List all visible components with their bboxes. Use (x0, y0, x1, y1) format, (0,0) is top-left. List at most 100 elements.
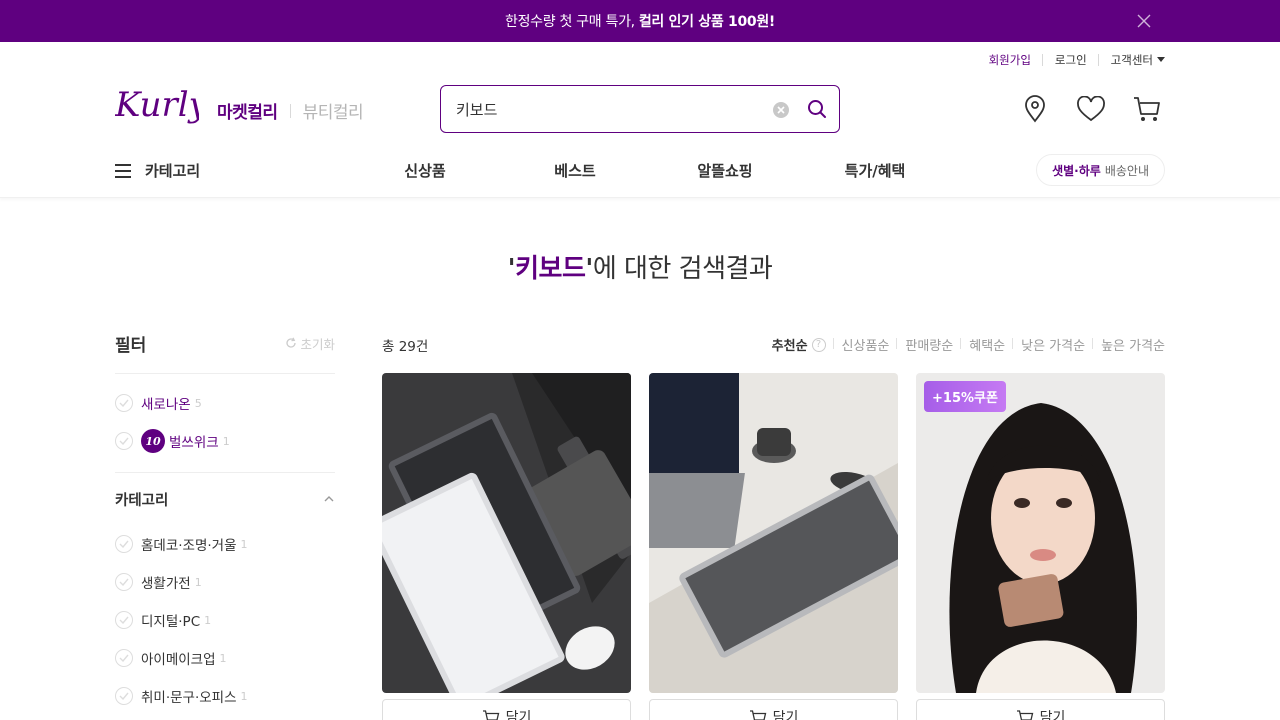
search-box (440, 85, 840, 133)
promo-banner-text: 한정수량 첫 구매 특가, (504, 14, 635, 30)
filter-item-label: 디지털·PC (141, 614, 201, 630)
filter-item-label: 홈데코·조명·거울 (141, 538, 237, 554)
coupon-badge: +15%쿠폰 (924, 381, 1006, 412)
nav-item-special[interactable]: 특가/혜택 (800, 160, 950, 181)
refresh-icon (286, 337, 297, 348)
filter-item-count: 1 (194, 575, 202, 589)
add-to-cart-button[interactable]: 담기 (649, 699, 898, 720)
sort-newest[interactable]: 신상품순 (834, 335, 898, 354)
filter-item-count: 1 (222, 434, 230, 448)
filter-sidebar: 필터 초기화 새로나온 5 10 벌쓰위크 1 카테고리 홈데코·조명·거울 1… (115, 330, 335, 715)
delivery-label: 배송안내 (1104, 163, 1149, 178)
filter-header: 필터 초기화 (115, 330, 335, 356)
customer-center-label: 고객센터 (1110, 53, 1153, 67)
kurly-logo[interactable]: Kurly (115, 84, 199, 132)
login-link[interactable]: 로그인 (1043, 52, 1099, 68)
check-icon (115, 394, 133, 412)
nav-item-new[interactable]: 신상품 (350, 160, 500, 181)
tab-market-kurly[interactable]: 마켓컬리 (217, 98, 278, 123)
sort-options: 추천순? 신상품순 판매량순 혜택순 낮은 가격순 높은 가격순 (764, 335, 1165, 354)
filter-item-category[interactable]: 취미·문구·오피스 1 (115, 677, 335, 715)
product-image[interactable] (382, 373, 631, 693)
close-icon[interactable] (1136, 13, 1152, 29)
filter-reset-label: 초기화 (300, 336, 335, 352)
sort-recommended[interactable]: 추천순? (764, 335, 834, 354)
search-input[interactable] (456, 100, 766, 118)
product-card[interactable]: 담기 (382, 373, 631, 720)
filter-item-category[interactable]: 디지털·PC 1 (115, 601, 335, 639)
category-section-toggle[interactable]: 카테고리 (115, 473, 335, 525)
check-icon (115, 687, 133, 705)
beauty-week-badge-icon: 10 (141, 429, 165, 453)
filter-item-new[interactable]: 새로나온 5 (115, 384, 335, 422)
sort-recommended-label: 추천순 (771, 339, 808, 354)
product-card[interactable]: +15%쿠폰 담기 (916, 373, 1165, 720)
hamburger-icon (115, 163, 131, 178)
brand-divider (289, 103, 291, 118)
check-icon (115, 573, 133, 591)
divider (115, 373, 335, 374)
filter-item-beauty-week[interactable]: 10 벌쓰위크 1 (115, 422, 335, 460)
filter-item-count: 1 (240, 537, 248, 551)
filter-item-label: 생활가전 (141, 576, 191, 592)
location-icon[interactable] (1017, 93, 1053, 125)
caret-down-icon (1157, 57, 1165, 62)
main-nav: 카테고리 신상품 베스트 알뜰쇼핑 특가/혜택 샛별·하루 배송안내 (0, 146, 1280, 198)
category-label: 카테고리 (145, 162, 201, 180)
add-to-cart-label: 담기 (505, 710, 532, 720)
chevron-up-icon (324, 496, 334, 502)
kurly-logo-text: Kurly (115, 85, 199, 125)
clear-icon[interactable] (773, 102, 789, 118)
product-image[interactable]: +15%쿠폰 (916, 373, 1165, 693)
product-image[interactable] (649, 373, 898, 693)
cart-icon (749, 710, 766, 720)
filter-title: 필터 (115, 335, 147, 356)
tab-beauty-kurly[interactable]: 뷰티컬리 (303, 98, 364, 123)
nav-item-best[interactable]: 베스트 (500, 160, 650, 181)
page-title: '키보드'에 대한 검색결과 (0, 248, 1280, 285)
cart-icon (1016, 710, 1033, 720)
filter-item-label: 새로나온 (141, 397, 191, 413)
category-menu-button[interactable]: 카테고리 (115, 160, 200, 181)
help-icon[interactable]: ? (811, 337, 826, 352)
brand-tabs: 마켓컬리 뷰티컬리 (217, 98, 364, 123)
filter-item-label: 아이메이크업 (141, 652, 216, 668)
quote-close: ' (585, 254, 593, 284)
cart-icon[interactable] (1129, 93, 1165, 125)
search-keyword: 키보드 (515, 254, 586, 284)
check-icon (115, 649, 133, 667)
sort-benefit[interactable]: 혜택순 (961, 335, 1014, 354)
sort-sales[interactable]: 판매량순 (897, 335, 962, 354)
sort-price-low[interactable]: 낮은 가격순 (1013, 335, 1094, 354)
cart-icon (482, 710, 499, 720)
search-icon[interactable] (807, 99, 827, 119)
filter-item-category[interactable]: 아이메이크업 1 (115, 639, 335, 677)
delivery-info-button[interactable]: 샛별·하루 배송안내 (1036, 154, 1165, 186)
header-icons (1017, 93, 1165, 125)
category-section-title: 카테고리 (115, 492, 169, 509)
result-count: 총 29건 (382, 339, 429, 355)
add-to-cart-button[interactable]: 담기 (382, 699, 631, 720)
filter-item-category[interactable]: 생활가전 1 (115, 563, 335, 601)
delivery-type: 샛별·하루 (1052, 163, 1101, 178)
filter-item-category[interactable]: 홈데코·조명·거울 1 (115, 525, 335, 563)
check-icon (115, 535, 133, 553)
result-suffix: 에 대한 검색결과 (592, 254, 773, 284)
filter-item-count: 1 (240, 689, 248, 703)
product-card[interactable]: 담기 (649, 373, 898, 720)
check-icon (115, 432, 133, 450)
heart-icon[interactable] (1073, 93, 1109, 125)
add-to-cart-label: 담기 (1039, 710, 1066, 720)
promo-banner-highlight: 컬리 인기 상품 100원! (638, 14, 776, 30)
add-to-cart-label: 담기 (772, 710, 799, 720)
promo-banner[interactable]: 한정수량 첫 구매 특가, 컬리 인기 상품 100원! (0, 0, 1280, 42)
filter-item-label: 벌쓰위크 (169, 435, 219, 451)
filter-item-count: 5 (194, 396, 202, 410)
sort-price-high[interactable]: 높은 가격순 (1093, 335, 1165, 354)
signup-link[interactable]: 회원가입 (977, 52, 1044, 68)
add-to-cart-button[interactable]: 담기 (916, 699, 1165, 720)
filter-item-label: 취미·문구·오피스 (141, 690, 237, 706)
customer-center-link[interactable]: 고객센터 (1099, 52, 1165, 68)
nav-item-saving[interactable]: 알뜰쇼핑 (650, 160, 800, 181)
filter-reset-button[interactable]: 초기화 (285, 334, 335, 353)
